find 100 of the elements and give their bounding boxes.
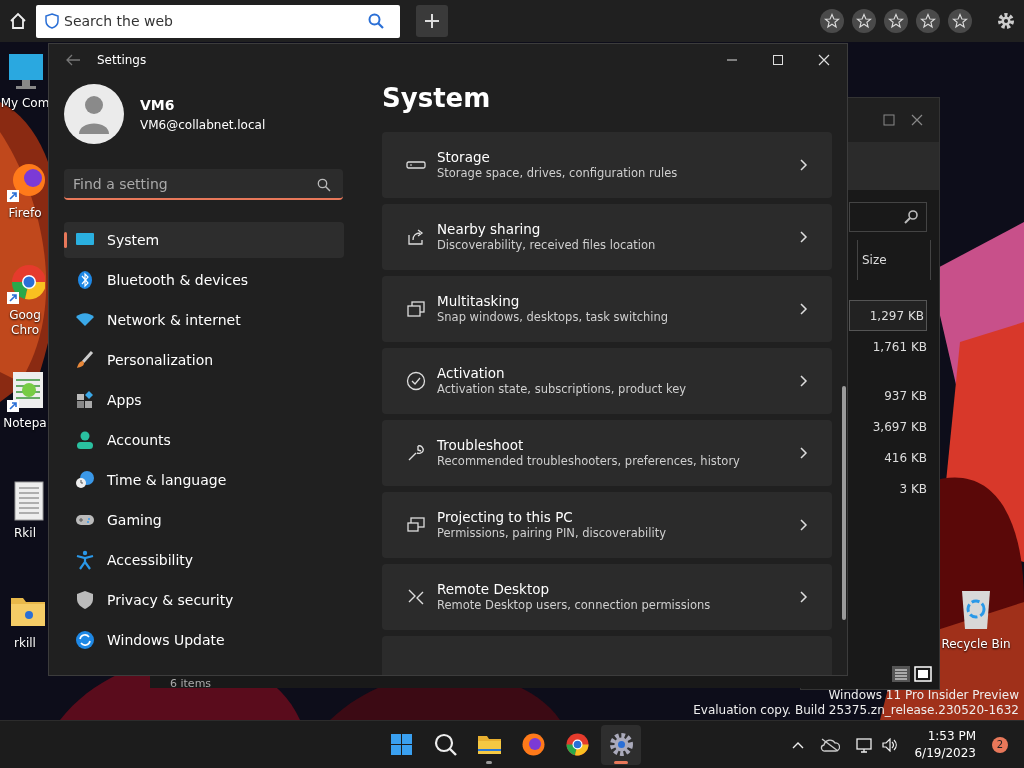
favorite-button[interactable]: [852, 9, 876, 33]
favorite-button[interactable]: [820, 9, 844, 33]
size-cell[interactable]: 3 KB: [849, 473, 939, 504]
nav-item[interactable]: Time & language: [64, 462, 344, 498]
maximize-icon: [772, 54, 784, 66]
check-circle-icon: [406, 371, 426, 391]
chevron-icon: [798, 231, 808, 243]
size-cell[interactable]: 937 KB: [849, 380, 939, 411]
share-icon: [406, 227, 426, 247]
scrollbar[interactable]: [842, 386, 846, 620]
windows-stack-icon: [406, 299, 426, 319]
settings-card[interactable]: Remote Desktop Remote Desktop users, connection permissions: [382, 564, 832, 630]
star-icon: [952, 13, 968, 29]
chevron-icon: [798, 375, 808, 387]
favorite-button[interactable]: [916, 9, 940, 33]
remote-desktop-icon: [406, 587, 426, 607]
user-name: VM6: [140, 95, 176, 115]
favorite-button[interactable]: [948, 9, 972, 33]
maximize-icon[interactable]: [883, 114, 895, 126]
search-field[interactable]: [849, 202, 927, 232]
settings-card[interactable]: Nearby sharing Discoverability, received files location: [382, 204, 832, 270]
network-icon[interactable]: [856, 736, 875, 753]
apps-icon: [75, 390, 95, 410]
nav-item[interactable]: Gaming: [64, 502, 344, 538]
size-cell[interactable]: 3,697 KB: [849, 411, 939, 442]
chrome-icon: [5, 262, 45, 306]
chevron-icon: [798, 591, 808, 603]
star-icon: [856, 13, 872, 29]
clock-time[interactable]: 1:53 PM: [914, 728, 976, 745]
search-field[interactable]: Search the web: [36, 4, 400, 38]
chevron-icon: [798, 159, 808, 171]
settings-card[interactable]: Troubleshoot Recommended troubleshooters, preferences, history: [382, 420, 832, 486]
nav-item[interactable]: Network & internet: [64, 302, 344, 338]
chevron-icon: [798, 447, 808, 459]
new-tab-button[interactable]: [416, 5, 448, 37]
nav-item[interactable]: Personalization: [64, 342, 344, 378]
shield-icon: [75, 590, 95, 610]
size-cell[interactable]: 1,297 KB: [849, 300, 927, 331]
volume-icon[interactable]: [882, 737, 899, 752]
settings-card[interactable]: Projecting to this PC Permissions, pairing PIN, discoverability: [382, 492, 832, 558]
close-icon[interactable]: [911, 114, 923, 126]
watermark-text: Windows 11 Pro Insider Preview: [827, 688, 1019, 703]
status-text: 6 items: [170, 678, 212, 689]
icon-label: Goog Chro: [8, 308, 42, 338]
notification-badge[interactable]: 2: [992, 736, 1008, 753]
settings-card[interactable]: Multitasking Snap windows, desktops, task switching: [382, 276, 832, 342]
accessibility-icon: [75, 550, 95, 570]
projector-icon: [406, 515, 426, 535]
search-icon: [904, 210, 918, 224]
search-icon[interactable]: [368, 13, 384, 29]
nav-item[interactable]: Apps: [64, 382, 344, 418]
icon-label: Rkil: [13, 526, 37, 541]
window-title: Settings: [97, 52, 147, 69]
clock-date[interactable]: 6/19/2023: [914, 744, 976, 761]
large-icons-view-icon[interactable]: [914, 666, 932, 682]
nav-item[interactable]: Accounts: [64, 422, 344, 458]
update-icon: [75, 630, 95, 650]
brush-icon: [75, 350, 95, 370]
gear-icon: [607, 731, 635, 758]
column-header[interactable]: Size: [857, 240, 931, 280]
size-cell[interactable]: 416 KB: [849, 442, 939, 473]
icon-label: My Com: [0, 96, 50, 111]
page-heading: System: [382, 82, 492, 115]
chevron-up-icon[interactable]: [792, 740, 805, 749]
icon-label: Firefo: [7, 206, 43, 221]
chevron-icon: [798, 519, 808, 531]
chrome-icon: [563, 731, 591, 758]
settings-icon[interactable]: [996, 11, 1016, 31]
back-arrow-icon[interactable]: [65, 53, 81, 67]
search-field[interactable]: Find a setting: [64, 169, 343, 200]
size-cell[interactable]: 1,761 KB: [849, 331, 939, 362]
close-icon: [818, 54, 830, 66]
globe-clock-icon: [75, 470, 95, 490]
favorite-button[interactable]: [884, 9, 908, 33]
shield-icon: [45, 13, 59, 29]
notepad-icon: [5, 370, 45, 414]
icon-label: rkill: [13, 636, 37, 651]
wrench-icon: [406, 443, 426, 463]
chevron-icon: [798, 303, 808, 315]
search-icon: [317, 177, 331, 192]
taskbar-app[interactable]: [601, 724, 641, 765]
home-icon[interactable]: [8, 11, 28, 31]
firefox-icon: [519, 731, 547, 758]
nav-item[interactable]: Privacy & security: [64, 582, 344, 618]
plus-icon: [424, 13, 440, 29]
cloud-icon[interactable]: [820, 737, 841, 752]
settings-card[interactable]: Storage Storage space, drives, configuration rules: [382, 132, 832, 198]
icon-label: Notepa: [2, 416, 48, 431]
avatar: [64, 84, 124, 144]
settings-card[interactable]: Activation Activation state, subscriptions, product key: [382, 348, 832, 414]
nav-item[interactable]: Bluetooth & devices: [64, 262, 344, 298]
user-email: VM6@collabnet.local: [140, 116, 266, 134]
bluetooth-icon: [75, 270, 95, 290]
star-icon: [888, 13, 904, 29]
nav-item[interactable]: System: [64, 222, 344, 258]
icon-label: Recycle Bin: [941, 637, 1011, 651]
nav-item[interactable]: Accessibility: [64, 542, 344, 578]
star-icon: [920, 13, 936, 29]
nav-item[interactable]: Windows Update: [64, 622, 344, 658]
person-icon: [75, 430, 95, 450]
